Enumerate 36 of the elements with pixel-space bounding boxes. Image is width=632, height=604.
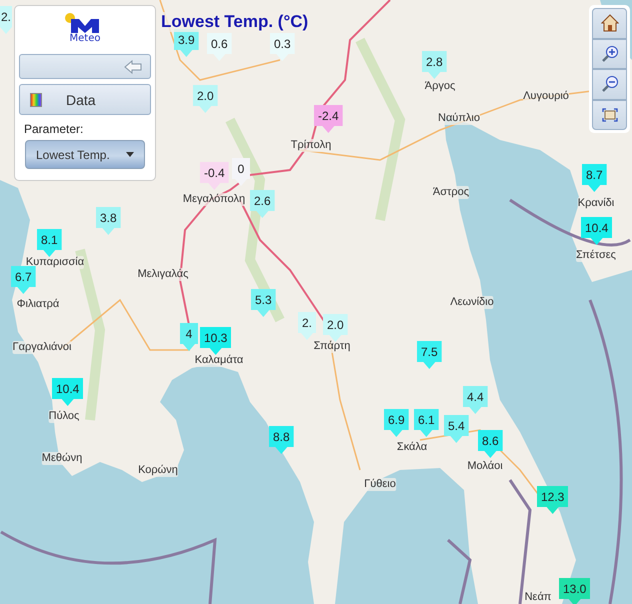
place-label: Γύθειο: [364, 478, 396, 491]
place-label: Σπέτσες: [576, 249, 616, 262]
full-extent-icon: [602, 108, 618, 122]
place-label: Κυπαρισσία: [26, 256, 84, 269]
place-label: Σπάρτη: [314, 340, 350, 353]
place-label: Μεγαλόπολη: [182, 193, 246, 206]
place-label: Κρανίδι: [578, 197, 614, 210]
map-title: Lowest Temp. (°C): [161, 12, 308, 32]
place-label: Λεωνίδιο: [450, 296, 494, 309]
place-label: Φιλιατρά: [16, 298, 60, 311]
place-label: Άργος: [424, 80, 456, 93]
zoom-in-icon: [600, 44, 618, 63]
full-extent-button[interactable]: [592, 100, 627, 130]
place-label: Τρίπολη: [290, 139, 332, 152]
place-label: Λυγουριό: [523, 90, 569, 103]
caret-icon: [126, 152, 134, 157]
data-button[interactable]: Data: [19, 84, 151, 115]
arrow-left-icon: [124, 60, 142, 74]
place-label: Άστρος: [432, 186, 470, 199]
parameter-label: Parameter:: [23, 122, 84, 136]
place-label: Κορώνη: [138, 464, 178, 477]
home-icon: [600, 14, 618, 32]
place-label: Μελιγαλάς: [138, 268, 188, 281]
zoom-in-button[interactable]: [592, 38, 627, 69]
place-label: Γαργαλιάνοι: [12, 341, 72, 354]
place-label: Μεθώνη: [42, 452, 82, 465]
place-label: Πύλος: [48, 410, 80, 423]
place-label: Ναύπλιο: [438, 112, 480, 125]
color-scale-icon: [30, 92, 42, 106]
logo-text: Meteo: [70, 33, 100, 45]
zoom-out-button[interactable]: [592, 69, 627, 100]
home-button[interactable]: [592, 8, 627, 38]
zoom-out-icon: [600, 75, 618, 94]
temperature-marker[interactable]: 2.: [0, 6, 12, 34]
place-label: Καλαμάτα: [194, 354, 244, 367]
parameter-dropdown[interactable]: Lowest Temp.: [25, 140, 145, 169]
